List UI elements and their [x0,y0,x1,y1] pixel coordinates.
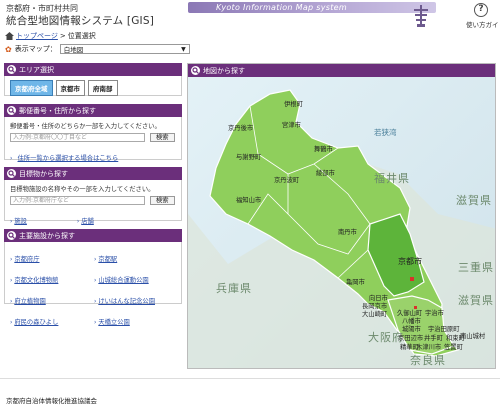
map-panel-title: 地図から探す [203,66,245,75]
facility-link-item[interactable]: 天橋立公園 [98,319,129,326]
muni-label: 井手町 [424,333,444,342]
muni-label: 木津川市 [416,342,441,351]
breadcrumb-separator: > [59,32,66,40]
muni-label: 長岡京市 [362,301,387,310]
area-button-south[interactable]: 府南部 [88,80,118,96]
facility-link[interactable]: 施設 [14,218,27,225]
address-panel-title: 郵便番号・住所から探す [19,106,96,115]
muni-label: 福知山市 [236,195,261,204]
display-map-value: 白地図 [63,46,84,54]
facility-link-item[interactable]: 府民の森ひよし [14,319,58,326]
muni-label: 宇治田原町 [428,324,460,333]
display-map-label: 表示マップ： [14,45,57,53]
facility-link-item[interactable]: 京都文化博物館 [14,277,58,284]
area-panel-title: エリア選択 [19,65,54,74]
facility-link-grid: › 京都府庁 › 京都駅 › 京都文化博物館 › 山城総合運動公園 › 府立植物… [10,256,155,326]
muni-label: 城陽市 [402,324,421,333]
kyoto-city-label: 京都市 [398,256,422,266]
address-panel-header: 郵便番号・住所から探す [4,104,182,117]
usage-guide-button[interactable]: ? 使い方ガイド [466,3,500,29]
facility-link-item[interactable]: けいはんな記念公園 [98,298,155,305]
kyoto-city-marker [410,277,414,281]
muni-label: 京丹波町 [274,175,300,184]
landmark-panel: 目標物から探す 目標物施設の名称やその一部を入力してください。 入力例:京都府庁… [4,167,182,225]
left-sidebar: エリア選択 京都府全域 京都市 府南部 郵便番号・住所から探す 郵便番号・住所の… [4,63,182,326]
location-marker [414,306,417,309]
prefecture-label: 福井県 [374,171,410,185]
address-hint: 郵便番号・住所のどちらか一部を入力してください。 [10,123,161,130]
prefecture-label: 三重県 [458,260,494,274]
muni-label: 綾部市 [316,168,335,177]
address-panel: 郵便番号・住所から探す 郵便番号・住所のどちらか一部を入力してください。 入力例… [4,104,182,162]
landmark-input[interactable]: 入力例:京都府庁など [10,196,145,205]
area-button-all-kyoto[interactable]: 京都府全域 [10,80,53,96]
muni-label: 与謝野町 [236,152,262,161]
facility-link-item[interactable]: 京都府庁 [14,256,39,263]
prefecture-label: 兵庫県 [216,281,252,295]
prefecture-label: 滋賀県 [458,294,494,307]
area-panel: エリア選択 京都府全域 京都市 府南部 [4,63,182,96]
search-icon [191,66,200,75]
muni-label: 京丹後市 [228,123,253,132]
help-icon: ? [474,3,488,17]
muni-label: 舞鶴市 [314,144,333,153]
muni-label: 笠置町 [444,342,464,351]
search-icon [7,231,16,240]
map-panel: 地図から探す 若狭湾 福井県 滋賀県 兵庫県 大阪府 奈良県 三重県 滋賀県 京… [187,63,496,369]
map-icon: ✿ [5,44,12,54]
facility-link-item[interactable]: 府立植物園 [14,298,45,305]
muni-label: 伊根町 [284,99,304,108]
arrow-icon: › [10,155,13,162]
usage-guide-label: 使い方ガイド [466,21,500,29]
muni-label: 向日市 [369,293,388,302]
landmark-panel-title: 目標物から探す [19,169,68,178]
landmark-search-button[interactable]: 検索 [150,196,175,205]
area-button-kyoto-city[interactable]: 京都市 [55,80,85,96]
map-panel-header: 地図から探す [188,64,495,77]
prefecture-label: 奈良県 [410,353,446,367]
kyoto-map[interactable]: 若狭湾 福井県 滋賀県 兵庫県 大阪府 奈良県 三重県 滋賀県 京都市 伊根町 … [188,64,496,369]
display-map-select[interactable]: 白地図 ▼ [59,44,190,54]
top-page-link[interactable]: トップページ [16,31,58,41]
muni-label: 南丹市 [338,227,357,236]
breadcrumb-current: 位置選択 [67,32,96,40]
footer-divider [0,378,500,379]
landmark-hint: 目標物施設の名称やその一部を入力してください。 [10,186,155,193]
facility-panel-header: 主要施設から探す [4,229,182,242]
breadcrumb: トップページ > 位置選択 [5,31,96,41]
area-buttons: 京都府全域 京都市 府南部 [10,80,176,96]
muni-label: 久御山町 [397,308,423,317]
address-search-button[interactable]: 検索 [150,133,175,142]
footer-text: 京都府自治体情報化推進協議会 [6,397,97,405]
search-icon [7,169,16,178]
facility-panel: 主要施設から探す › 京都府庁 › 京都駅 › 京都文化博物館 › 山城総合運動… [4,229,182,326]
muni-label: 宮津市 [282,120,301,129]
home-icon [5,32,14,40]
area-panel-header: エリア選択 [4,63,182,76]
facility-panel-title: 主要施設から探す [19,231,75,240]
search-icon [7,65,16,74]
landmark-panel-header: 目標物から探す [4,167,182,180]
muni-label: 亀岡市 [346,277,365,286]
address-input[interactable]: 入力例:京都府〇〇丁目など [10,133,145,142]
muni-label: 八幡市 [402,316,421,325]
facility-link-item[interactable]: 山城総合運動公園 [98,277,148,284]
store-link[interactable]: 店舗 [81,218,94,225]
display-map-row: ✿ 表示マップ： 白地図 ▼ [5,44,190,54]
address-list-link[interactable]: 住所一覧から選択する場合はこちら [18,155,119,162]
app-header: 京都府・市町村共同 統合型地図情報システム [GIS] Kyoto Inform… [0,0,500,29]
muni-label: 大山崎町 [362,309,388,318]
search-icon [7,106,16,115]
banner-text: Kyoto Information Map system [216,3,347,12]
chevron-down-icon: ▼ [181,45,186,53]
muni-label: 南山城村 [460,331,486,340]
prefecture-label: 滋賀県 [456,194,492,207]
pagoda-icon [414,5,428,27]
sea-label: 若狭湾 [374,127,397,137]
muni-label: 京田辺市 [398,333,423,342]
muni-label: 宇治市 [425,308,444,317]
facility-link-item[interactable]: 京都駅 [98,256,117,263]
system-title: 統合型地図情報システム [GIS] [6,15,155,27]
